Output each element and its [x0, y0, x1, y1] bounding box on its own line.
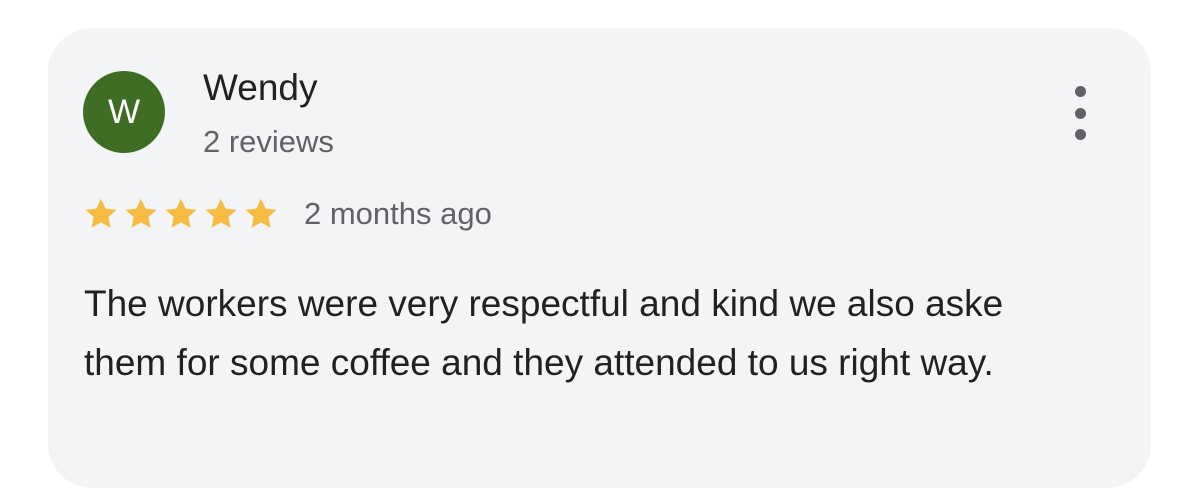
star-icon: [245, 198, 277, 228]
review-date: 2 months ago: [304, 196, 492, 231]
star-icon: [205, 198, 237, 228]
more-vertical-icon: [1074, 86, 1086, 97]
more-options-button[interactable]: [1064, 86, 1096, 140]
star-icon: [85, 198, 117, 228]
star-rating: [82, 196, 282, 232]
star-icon: [125, 198, 157, 228]
avatar[interactable]: W: [83, 71, 165, 153]
review-card: W Wendy 2 reviews 2 months ago The worke…: [48, 28, 1151, 488]
review-text: The workers were very respectful and kin…: [84, 283, 1004, 383]
more-vertical-icon: [1074, 107, 1086, 119]
author-name[interactable]: Wendy: [203, 66, 318, 110]
more-vertical-icon: [1074, 129, 1086, 140]
author-review-count[interactable]: 2 reviews: [203, 123, 334, 161]
avatar-initial: W: [107, 92, 141, 131]
rating-row: 2 months ago: [82, 192, 492, 236]
star-icon: [165, 198, 197, 228]
